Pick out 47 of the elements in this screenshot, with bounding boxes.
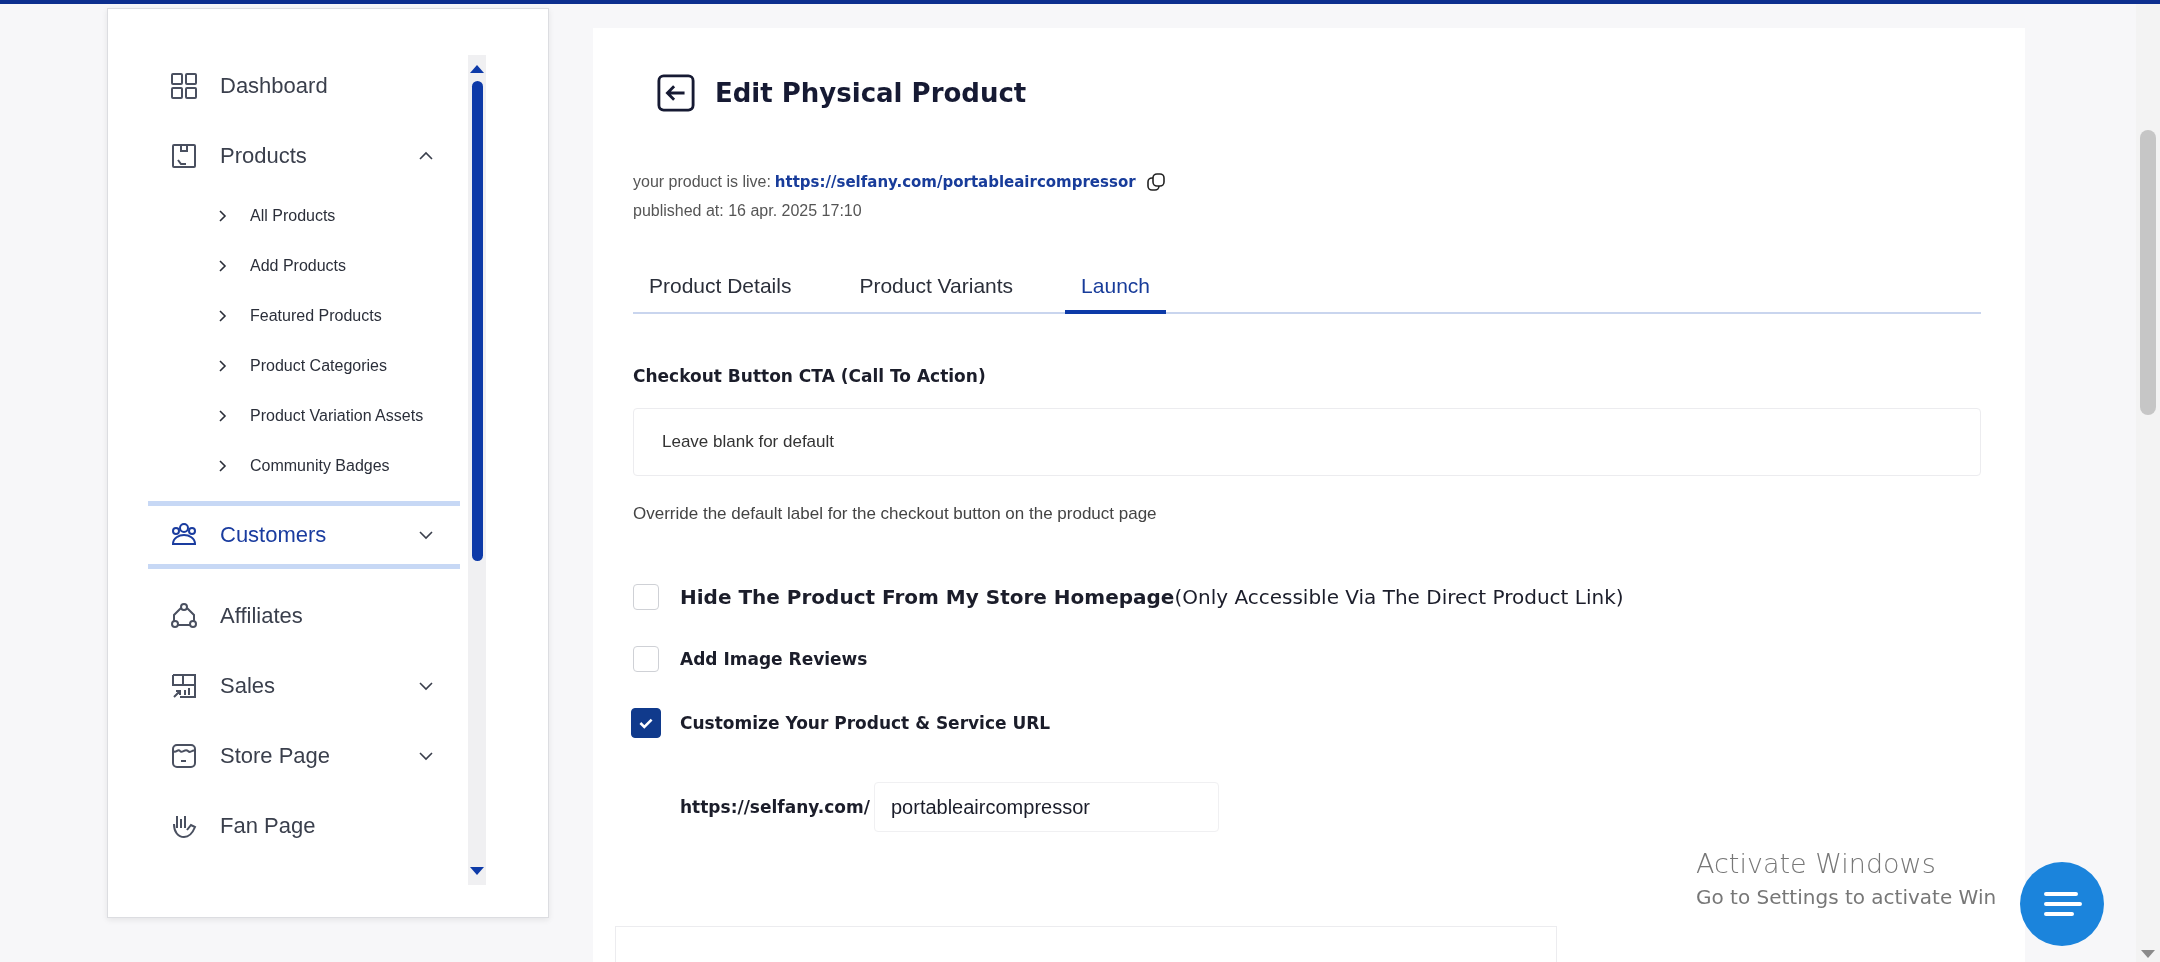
back-icon[interactable] xyxy=(657,74,695,112)
activation-notice-text: Go to Settings to activate Win xyxy=(1696,885,1997,909)
chevron-icon xyxy=(218,409,228,423)
sidebar-item[interactable]: Store Page xyxy=(148,721,460,791)
chevron-icon xyxy=(218,359,228,373)
chevron-icon xyxy=(218,209,228,223)
submenu-item[interactable]: Add Products xyxy=(148,241,460,291)
checkbox[interactable] xyxy=(631,708,661,738)
copy-icon[interactable] xyxy=(1145,172,1166,192)
sidebar-item[interactable]: Sales xyxy=(148,651,460,721)
url-prefix: https://selfany.com/ xyxy=(680,797,870,817)
chevron-icon xyxy=(218,259,228,273)
url-slug-field[interactable]: portableaircompressor xyxy=(873,782,1219,832)
submenu-item[interactable]: Featured Products xyxy=(148,291,460,341)
sidebar-item[interactable]: Customers xyxy=(148,501,460,569)
cta-input-field[interactable]: Leave blank for default xyxy=(633,408,1981,476)
grid-icon xyxy=(170,72,198,100)
sidebar-item[interactable]: Dashboard xyxy=(148,51,460,121)
published-date: published at: 16 apr. 2025 17:10 xyxy=(633,202,863,220)
product-link[interactable]: https://selfany.com/portableaircompressor xyxy=(774,173,1136,191)
page-scrollbar[interactable] xyxy=(2136,4,2160,962)
network-icon xyxy=(170,602,198,630)
submenu-item[interactable]: Community Badges xyxy=(148,441,460,491)
checkbox-label: Hide The Product From My Store Homepage(Only Accessible Via The Direct Product Link) xyxy=(680,585,1624,609)
tab[interactable]: Product Variants xyxy=(843,266,1030,314)
live-label: your product is live: xyxy=(633,173,771,191)
menu-icon xyxy=(2042,889,2082,919)
store-icon xyxy=(170,742,198,770)
activation-notice-title: Activate Windows xyxy=(1696,848,1937,879)
chevron-icon xyxy=(218,459,228,473)
submenu-item[interactable]: Product Categories xyxy=(148,341,460,391)
tab[interactable]: Product Details xyxy=(633,266,808,314)
checkbox-label: Add Image Reviews xyxy=(680,649,868,669)
scrollbar[interactable] xyxy=(468,55,486,885)
box-icon xyxy=(170,142,198,170)
sidebar-item[interactable]: Affiliates xyxy=(148,581,460,651)
chevron-icon xyxy=(218,309,228,323)
checkbox-label: Customize Your Product & Service URL xyxy=(680,713,1051,733)
tab[interactable]: Launch xyxy=(1065,266,1166,314)
chart-icon xyxy=(170,672,198,700)
help-text: Override the default label for the checkout button on the product page xyxy=(633,504,1158,524)
page-title: Edit Physical Product xyxy=(715,78,1027,108)
sidebar-item[interactable]: Products xyxy=(148,121,460,191)
submenu-item[interactable]: All Products xyxy=(148,191,460,241)
submenu-item[interactable]: Product Variation Assets xyxy=(148,391,460,441)
field-label: Checkout Button CTA (Call To Action) xyxy=(633,366,987,386)
sidebar-item[interactable]: Fan Page xyxy=(148,791,460,861)
